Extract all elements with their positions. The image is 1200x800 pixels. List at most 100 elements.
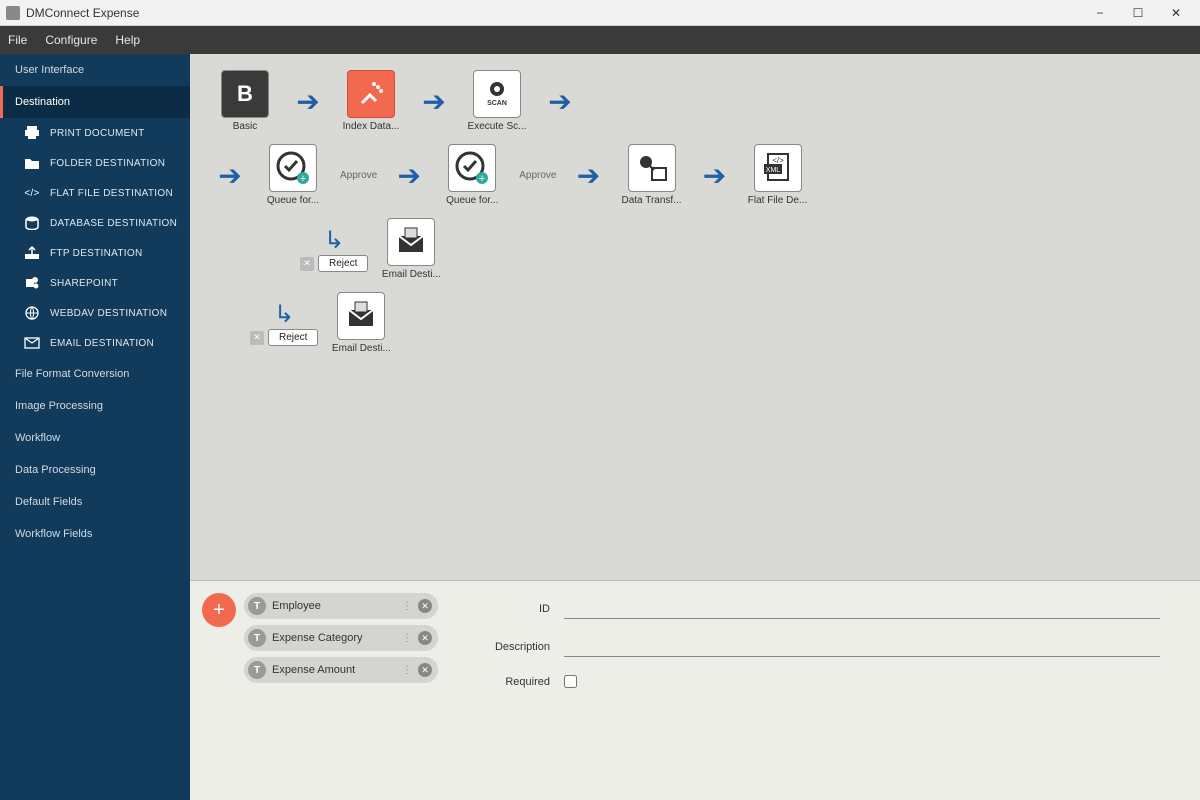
printer-icon	[24, 126, 40, 140]
sidebar-item-print-document[interactable]: PRINT DOCUMENT	[0, 118, 190, 148]
sidebar-item-database-destination[interactable]: DATABASE DESTINATION	[0, 208, 190, 238]
svg-text:SCAN: SCAN	[487, 100, 507, 107]
svg-text:+: +	[479, 173, 485, 185]
scan-icon: SCAN	[473, 70, 521, 118]
data-transfer-icon	[628, 144, 676, 192]
svg-text:+: +	[300, 173, 306, 185]
reject-button[interactable]: Reject	[318, 255, 368, 272]
xml-file-icon: XML</>	[754, 144, 802, 192]
arrow-down-right-icon: ↳	[274, 300, 294, 329]
sidebar-item-ftp-destination[interactable]: FTP DESTINATION	[0, 238, 190, 268]
text-type-icon: T	[248, 629, 266, 647]
sidebar-item-label: FTP DESTINATION	[50, 248, 142, 259]
id-input[interactable]	[564, 599, 1160, 619]
sidebar-item-webdav-destination[interactable]: WEBDAV DESTINATION	[0, 298, 190, 328]
sidebar-item-label: SHAREPOINT	[50, 278, 118, 289]
description-input[interactable]	[564, 637, 1160, 657]
field-item-expense-category[interactable]: T Expense Category ⋮ ✕	[244, 625, 438, 651]
sidebar-item-label: EMAIL DESTINATION	[50, 338, 154, 349]
menu-file[interactable]: File	[8, 33, 27, 47]
required-label: Required	[460, 676, 550, 688]
sidebar-section-data-processing[interactable]: Data Processing	[0, 454, 190, 486]
sidebar-section-file-format[interactable]: File Format Conversion	[0, 358, 190, 390]
description-label: Description	[460, 641, 550, 653]
ftp-icon	[24, 246, 40, 260]
window-controls: − ☐ ✕	[1082, 2, 1194, 24]
svg-text:XML: XML	[765, 167, 780, 174]
sharepoint-icon	[24, 276, 40, 290]
field-list: T Employee ⋮ ✕ T Expense Category ⋮ ✕ T …	[244, 593, 438, 683]
id-label: ID	[460, 603, 550, 615]
sidebar-item-email-destination[interactable]: EMAIL DESTINATION	[0, 328, 190, 358]
folder-icon	[24, 156, 40, 170]
reject-button[interactable]: Reject	[268, 329, 318, 346]
window-title: DMConnect Expense	[26, 6, 139, 20]
sidebar-section-workflow-fields[interactable]: Workflow Fields	[0, 518, 190, 550]
database-icon	[24, 216, 40, 230]
arrow-right-icon: ➔	[414, 85, 454, 118]
text-type-icon: T	[248, 661, 266, 679]
add-field-button[interactable]: +	[202, 593, 236, 627]
sidebar-item-label: WEBDAV DESTINATION	[50, 308, 167, 319]
code-icon: </>	[24, 186, 40, 200]
sidebar-section-user-interface[interactable]: User Interface	[0, 54, 190, 86]
workflow-node-queue-1[interactable]: + Queue for...	[258, 144, 328, 206]
arrow-down-right-icon: ↳	[324, 226, 344, 255]
delete-field-button[interactable]: ✕	[418, 663, 432, 677]
workflow-node-data-transfer[interactable]: Data Transf...	[617, 144, 687, 206]
sidebar-item-sharepoint[interactable]: SHAREPOINT	[0, 268, 190, 298]
maximize-button[interactable]: ☐	[1120, 2, 1156, 24]
sidebar-section-default-fields[interactable]: Default Fields	[0, 486, 190, 518]
arrow-right-icon: ➔	[695, 159, 735, 192]
branch-label: Approve	[340, 170, 377, 181]
sidebar-section-destination[interactable]: Destination	[0, 86, 190, 118]
index-data-icon	[347, 70, 395, 118]
sidebar-section-image-processing[interactable]: Image Processing	[0, 390, 190, 422]
text-type-icon: T	[248, 597, 266, 615]
sidebar-item-label: PRINT DOCUMENT	[50, 128, 145, 139]
close-icon[interactable]: ✕	[300, 257, 314, 271]
menubar: File Configure Help	[0, 26, 1200, 54]
workflow-node-queue-2[interactable]: + Queue for...	[437, 144, 507, 206]
arrow-right-icon: ➔	[569, 159, 609, 192]
sidebar-section-workflow[interactable]: Workflow	[0, 422, 190, 454]
drag-handle-icon[interactable]: ⋮	[402, 633, 412, 644]
workflow-node-email-1[interactable]: Email Desti...	[376, 218, 446, 280]
email-destination-icon	[387, 218, 435, 266]
menu-help[interactable]: Help	[115, 33, 140, 47]
sidebar-item-flat-file-destination[interactable]: </> FLAT FILE DESTINATION	[0, 178, 190, 208]
sidebar-item-label: DATABASE DESTINATION	[50, 218, 177, 229]
queue-approve-icon: +	[448, 144, 496, 192]
drag-handle-icon[interactable]: ⋮	[402, 601, 412, 612]
delete-field-button[interactable]: ✕	[418, 631, 432, 645]
properties-panel: + T Employee ⋮ ✕ T Expense Category ⋮ ✕	[190, 580, 1200, 800]
arrow-right-icon: ➔	[288, 85, 328, 118]
branch-label: Approve	[519, 170, 556, 181]
workflow-node-basic[interactable]: B Basic	[210, 70, 280, 132]
arrow-right-icon: ➔	[540, 85, 580, 118]
close-icon[interactable]: ✕	[250, 331, 264, 345]
workflow-node-index-data[interactable]: Index Data...	[336, 70, 406, 132]
window-titlebar: DMConnect Expense − ☐ ✕	[0, 0, 1200, 26]
menu-configure[interactable]: Configure	[45, 33, 97, 47]
close-button[interactable]: ✕	[1158, 2, 1194, 24]
workflow-node-flat-file[interactable]: XML</> Flat File De...	[743, 144, 813, 206]
minimize-button[interactable]: −	[1082, 2, 1118, 24]
sidebar: User Interface Destination PRINT DOCUMEN…	[0, 54, 190, 800]
workflow-canvas[interactable]: B Basic ➔ Index Data... ➔ SCAN Execute S…	[190, 54, 1200, 580]
field-item-expense-amount[interactable]: T Expense Amount ⋮ ✕	[244, 657, 438, 683]
app-icon	[6, 6, 20, 20]
sidebar-item-label: FLAT FILE DESTINATION	[50, 188, 173, 199]
delete-field-button[interactable]: ✕	[418, 599, 432, 613]
drag-handle-icon[interactable]: ⋮	[402, 665, 412, 676]
workflow-node-execute-script[interactable]: SCAN Execute Sc...	[462, 70, 532, 132]
workflow-node-email-2[interactable]: Email Desti...	[326, 292, 396, 354]
arrow-right-icon: ➔	[210, 159, 250, 192]
basic-icon: B	[221, 70, 269, 118]
globe-icon	[24, 306, 40, 320]
field-item-employee[interactable]: T Employee ⋮ ✕	[244, 593, 438, 619]
email-destination-icon	[337, 292, 385, 340]
sidebar-item-label: FOLDER DESTINATION	[50, 158, 165, 169]
sidebar-item-folder-destination[interactable]: FOLDER DESTINATION	[0, 148, 190, 178]
required-checkbox[interactable]	[564, 675, 577, 688]
